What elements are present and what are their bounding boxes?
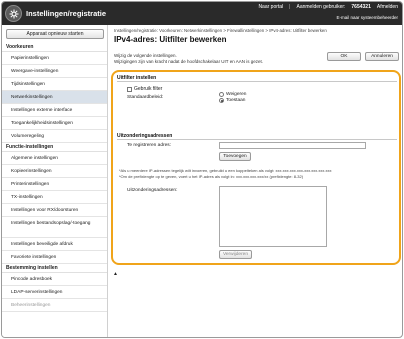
- use-filter-label: Gebruik filter: [134, 86, 163, 92]
- use-filter-checkbox[interactable]: [127, 86, 132, 92]
- sidebar-item-netwerk[interactable]: Netwerkinstellingen: [2, 91, 107, 104]
- sidebar-item-favoriet[interactable]: Favoriete instellingen: [2, 251, 107, 264]
- sidebar-section-functie: Functie-instellingen: [2, 143, 107, 152]
- sidebar-item-externe-interface[interactable]: Instellingen externe interface: [2, 104, 107, 117]
- radio-deny-label: Weigeren: [226, 92, 247, 97]
- radio-deny-row: Weigeren: [219, 92, 246, 97]
- use-filter-row: Gebruik filter: [127, 86, 162, 92]
- breadcrumb: Instellingen/registratie: Voorkeuren: Ne…: [114, 28, 327, 33]
- app-window: Instellingen/registratie Naar portal | A…: [1, 1, 403, 338]
- radio-allow-row: Toestaan: [219, 98, 245, 103]
- sidebar-section-bestemming: Bestemming instellen: [2, 264, 107, 273]
- register-address-input[interactable]: [219, 142, 366, 149]
- sidebar-item-pincode[interactable]: Pincode adresboek: [2, 273, 107, 286]
- delete-button[interactable]: Verwijderen: [219, 250, 252, 259]
- section-title-filter: Uitfilter instellen: [117, 75, 397, 82]
- sidebar-item-tx[interactable]: TX-instellingen: [2, 191, 107, 204]
- settings-logo-icon: [5, 5, 22, 22]
- sidebar: Apparaat opnieuw starten Voorkeuren Papi…: [2, 25, 108, 337]
- sidebar-item-kopieer[interactable]: Kopieerinstellingen: [2, 165, 107, 178]
- scroll-top-icon[interactable]: ▲: [113, 271, 118, 277]
- exception-addresses-label: Uitzonderingsadressen:: [127, 188, 178, 193]
- add-button[interactable]: Toevoegen: [219, 152, 251, 161]
- sidebar-item-printer[interactable]: Printerinstellingen: [2, 178, 107, 191]
- cancel-button[interactable]: Annuleren: [365, 52, 399, 61]
- sidebar-item-weergave[interactable]: Weergave-instellingen: [2, 65, 107, 78]
- header-bar: Instellingen/registratie Naar portal | A…: [2, 2, 402, 25]
- logout-link[interactable]: Afmelden: [377, 4, 398, 10]
- sidebar-item-beveiligde-afdruk[interactable]: Instellingen beveiligde afdruk: [2, 238, 107, 251]
- restart-device-button[interactable]: Apparaat opnieuw starten: [6, 29, 104, 39]
- prefix-note: *Om de prefixlengte op te geven, voert u…: [119, 174, 304, 179]
- radio-allow[interactable]: [219, 98, 224, 103]
- register-address-label: Te registreren adres:: [127, 143, 171, 148]
- sidebar-item-ldap[interactable]: LDAP-serverinstellingen: [2, 286, 107, 299]
- sidebar-item-toegankelijkheid[interactable]: Toegankelijkheidsinstellingen: [2, 117, 107, 130]
- sidebar-item-tijd[interactable]: Tijdsinstellingen: [2, 78, 107, 91]
- sidebar-menu: Voorkeuren Papierinstellingen Weergave-i…: [2, 43, 107, 312]
- exception-addresses-list[interactable]: [219, 186, 327, 247]
- sidebar-item-volume[interactable]: Volumeregeling: [2, 130, 107, 143]
- portal-link[interactable]: Naar portal: [258, 4, 283, 10]
- main-content: Instellingen/registratie: Voorkeuren: Ne…: [109, 25, 402, 337]
- sidebar-item-beheer[interactable]: Beheerinstellingen: [2, 299, 107, 312]
- header-links: Naar portal | Aanmelden gebruiker: 76543…: [258, 4, 398, 10]
- sidebar-section-voorkeuren: Voorkeuren: [2, 43, 107, 52]
- sidebar-item-bestandsopslag[interactable]: Instellingen bestandsopslag/-toegang: [2, 217, 107, 238]
- range-note: *Als u meerdere IP-adressen tegelijk wil…: [119, 168, 332, 173]
- app-title: Instellingen/registratie: [26, 9, 107, 18]
- sidebar-item-rx[interactable]: Instellingen voor RX/doorsturen: [2, 204, 107, 217]
- page-title: IPv4-adres: Uitfilter bewerken: [114, 35, 227, 44]
- radio-allow-label: Toestaan: [226, 98, 246, 103]
- header-separator: |: [289, 4, 291, 10]
- radio-deny[interactable]: [219, 92, 224, 97]
- login-user: 7654321: [351, 4, 371, 10]
- sidebar-item-algemeen[interactable]: Algemene instellingen: [2, 152, 107, 165]
- restart-note: Wijzigingen zijn van kracht nadat de hoo…: [114, 59, 263, 64]
- ok-button[interactable]: OK: [327, 52, 361, 61]
- mail-admin-link[interactable]: E-mail naar systeembeheerder: [336, 15, 398, 20]
- default-policy-label: Standaardbeleid:: [127, 95, 164, 100]
- sidebar-item-papier[interactable]: Papierinstellingen: [2, 52, 107, 65]
- login-label: Aanmelden gebruiker:: [296, 4, 346, 10]
- section-title-exceptions: Uitzonderingsadressen: [117, 133, 397, 140]
- filter-settings-panel: Uitfilter instellen Gebruik filter Stand…: [111, 70, 401, 265]
- instruction-text: Wijzig de volgende instellingen.: [114, 53, 177, 58]
